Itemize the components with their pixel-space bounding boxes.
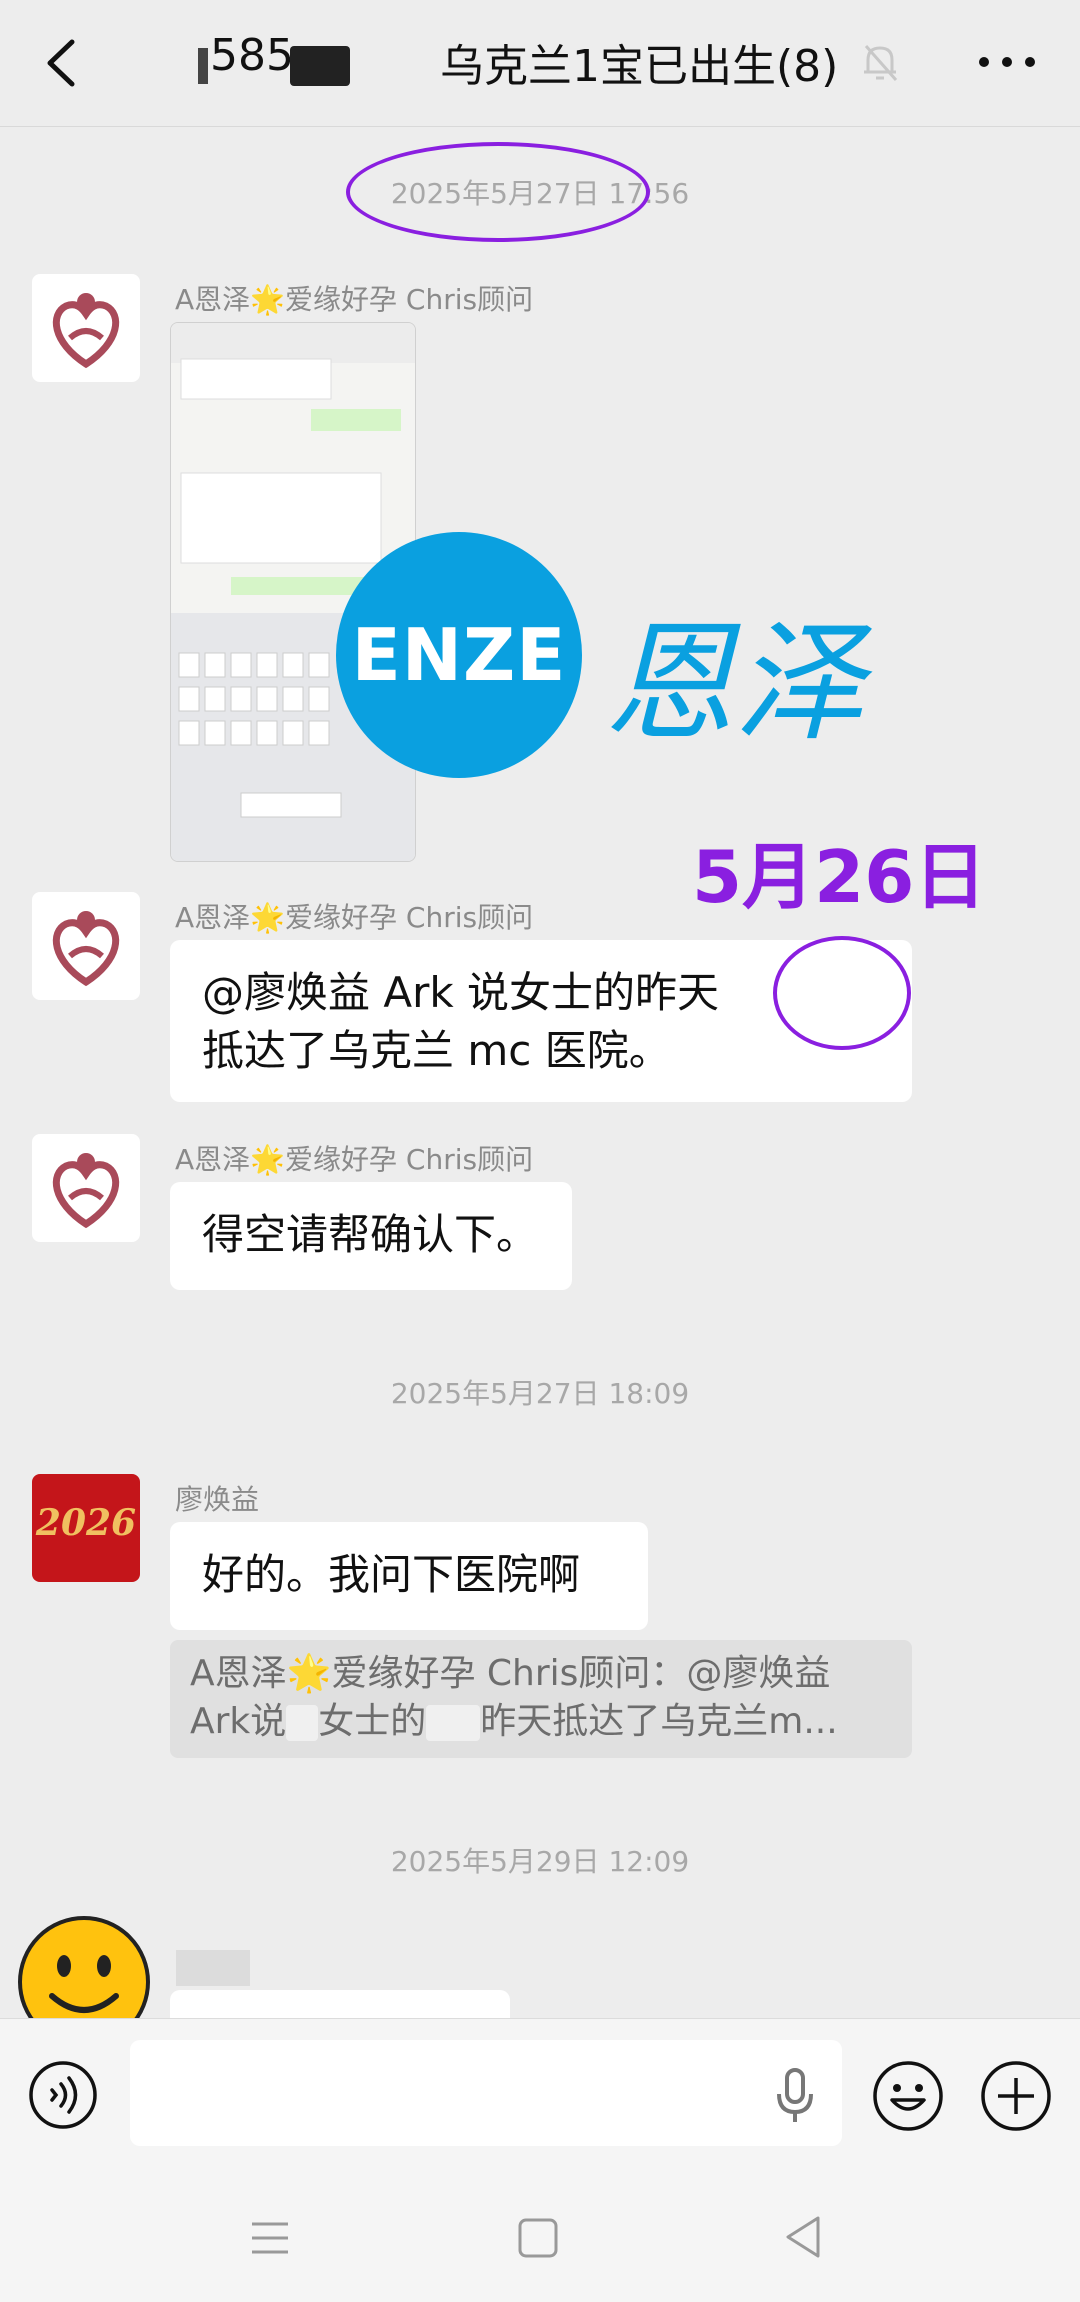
quote-line: A恩泽🌟爱缘好孕 Chris顾问：@廖焕益 [190,1653,831,1694]
annotation-circle [773,936,911,1050]
avatar-chris[interactable] [32,892,140,1000]
sender-name: A恩泽🌟爱缘好孕 Chris顾问 [175,283,534,316]
avatar-chris[interactable] [32,274,140,382]
message-text: 昨天 [635,968,720,1017]
emoji-icon[interactable] [872,2060,944,2132]
message-line: 抵达了乌克兰 mc 医院。 [202,1026,671,1075]
quoted-message[interactable]: A恩泽🌟爱缘好孕 Chris顾问：@廖焕益 Ark说 女士的 昨天抵达了乌克兰m..… [170,1640,912,1758]
timestamp: 2025年5月29日 12:09 [390,1845,690,1878]
avatar-liao[interactable]: 2026 [32,1474,140,1582]
more-options-icon[interactable] [972,40,1042,84]
enze-logo-chinese: 恩泽 [604,607,865,759]
message-input[interactable] [130,2040,842,2146]
avatar-text: 2026 [35,1502,137,1544]
quote-text: 女士的 [318,1701,427,1742]
message-text: @廖焕益 Ark 说 [202,968,510,1017]
quote-line: Ark说 女士的 昨天抵达了乌克兰m... [190,1698,892,1746]
message-text: 好的。我问下医院啊 [202,1550,581,1599]
chat-title: 乌克兰1宝已出生(8) [440,41,839,92]
group-id-partial: 585 [210,30,294,81]
back-arrow-icon[interactable] [30,30,90,96]
sender-name-redacted [176,1950,250,1986]
back-triangle-icon[interactable] [780,2212,826,2262]
message-bubble-partial[interactable] [170,1990,510,2020]
blurred-text [426,1705,481,1741]
mute-bell-icon [864,45,898,81]
annotation-circle [346,142,650,242]
microphone-icon[interactable] [770,2066,820,2126]
blurred-text [286,1705,319,1741]
message-text: 得空请帮确认下。 [202,1210,539,1259]
sender-name: A恩泽🌟爱缘好孕 Chris顾问 [175,1143,534,1176]
timestamp: 2025年5月27日 18:09 [390,1377,690,1410]
heart-baby-logo-icon [52,293,120,369]
message-bubble[interactable]: 好的。我问下医院啊 [170,1522,648,1630]
chat-header: 585 乌克兰1宝已出生(8) [0,0,1080,127]
heart-baby-logo-icon [52,911,120,987]
voice-input-icon[interactable] [28,2060,98,2130]
sender-name: 廖焕益 [175,1483,260,1516]
message-bubble[interactable]: 得空请帮确认下。 [170,1182,572,1290]
sender-name: A恩泽🌟爱缘好孕 Chris顾问 [175,901,534,934]
heart-baby-logo-icon [52,1153,120,1229]
redaction-mark [198,48,208,84]
redaction-mark [290,46,350,86]
message-text: 女士的 [509,968,636,1017]
avatar-chris[interactable] [32,1134,140,1242]
quote-text: Ark说 [190,1701,287,1742]
date-annotation: 5月26日 [692,835,987,919]
menu-icon[interactable] [248,2218,292,2258]
plus-icon[interactable] [980,2060,1052,2132]
quote-text: 昨天抵达了乌克兰m... [480,1701,838,1742]
home-square-icon[interactable] [514,2214,562,2262]
enze-logo-circle: ENZE [336,532,582,778]
